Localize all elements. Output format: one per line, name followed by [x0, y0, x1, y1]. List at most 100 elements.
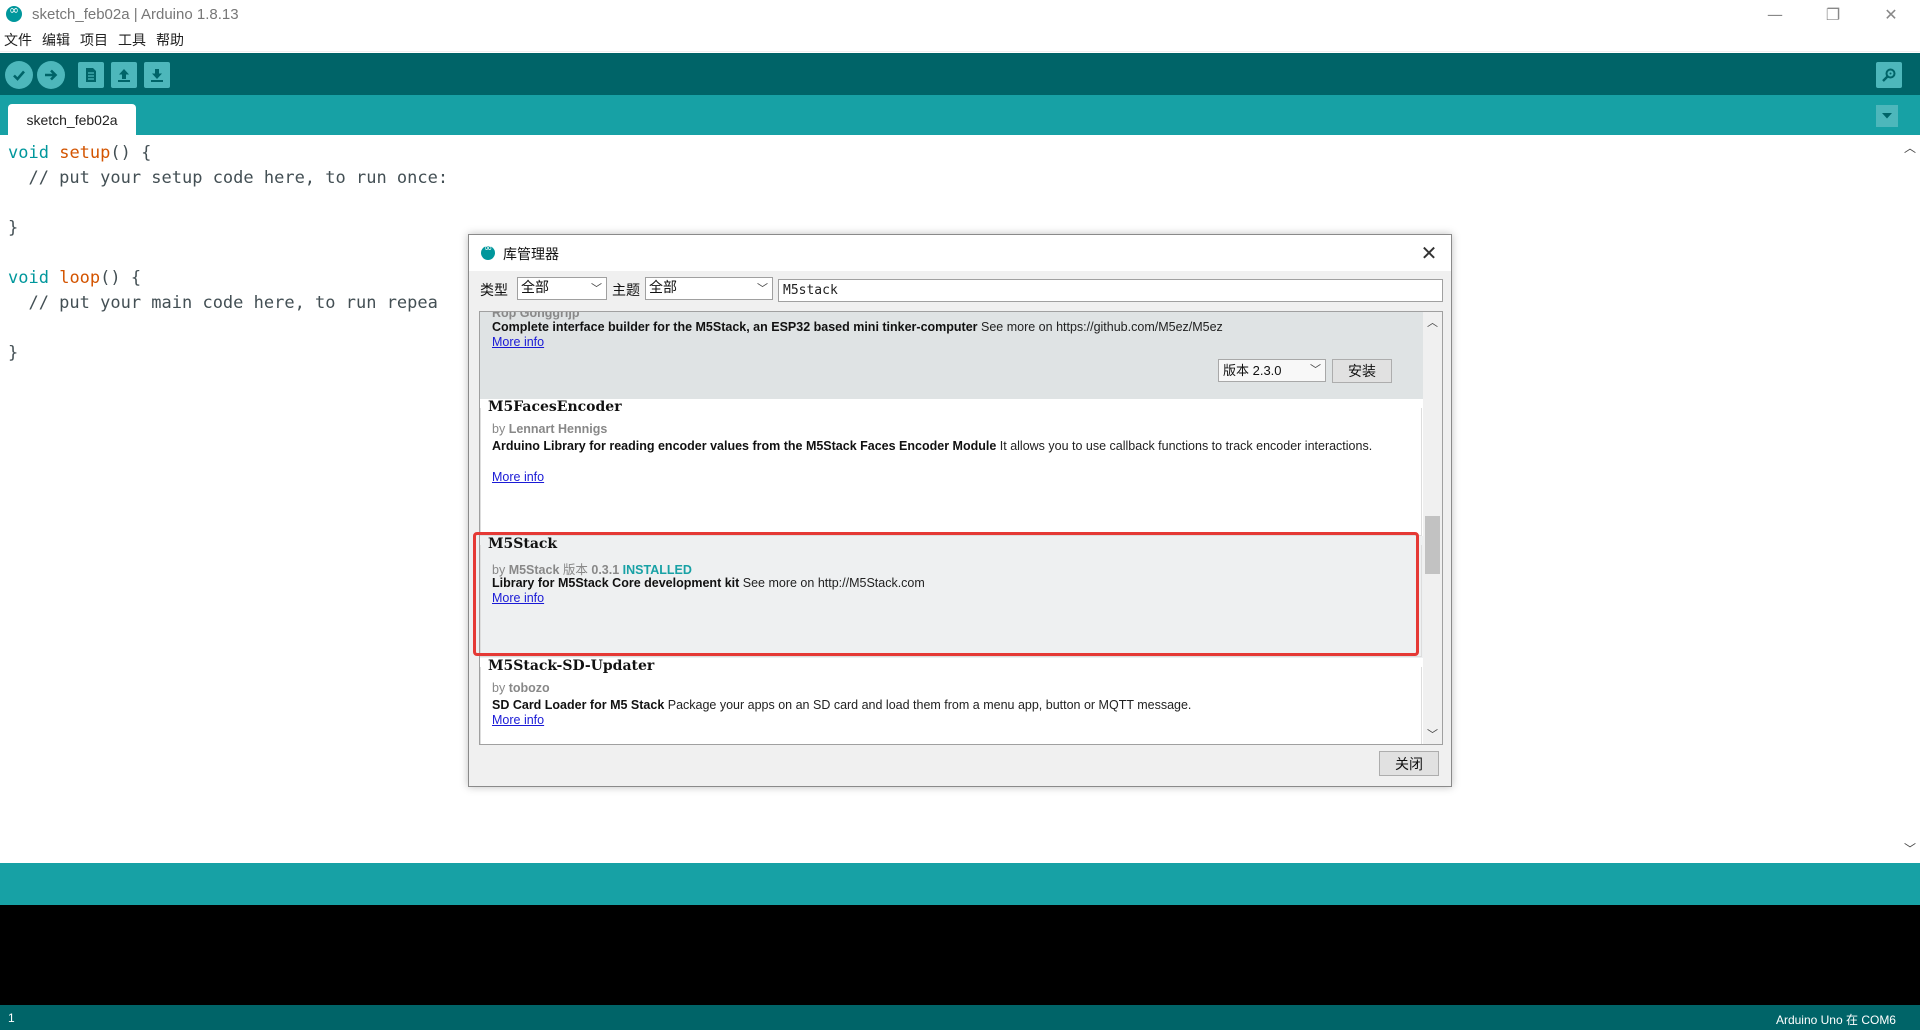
library-description-rest: It allows you to use callback functions … [996, 439, 1373, 453]
code-line: void loop() { [8, 268, 142, 288]
open-icon [118, 69, 130, 82]
scrollbar-thumb[interactable] [1425, 516, 1440, 574]
serial-monitor-icon [1882, 68, 1896, 82]
tab-sketch[interactable]: sketch_feb02a [8, 104, 136, 135]
more-info-link[interactable]: More info [492, 591, 544, 605]
version-select-value: 版本 2.3.0 [1223, 363, 1282, 378]
upload-icon [45, 69, 58, 81]
version-select[interactable]: 版本 2.3.0 ﹀ [1218, 359, 1326, 382]
chevron-down-icon: ﹀ [757, 282, 768, 295]
search-input[interactable]: M5stack [778, 279, 1443, 302]
save-button[interactable] [144, 62, 170, 88]
library-name: M5FacesEncoder [488, 399, 625, 415]
console-header [0, 863, 1920, 905]
library-list: Rop Gonggrijp Complete interface builder… [479, 311, 1443, 745]
code-function: loop [59, 268, 101, 288]
library-item[interactable]: M5Stack-SD-Updater by tobozo SD Card Loa… [480, 658, 1424, 744]
code-function: setup [59, 143, 111, 163]
board-port-status: Arduino Uno 在 COM6 [1775, 1013, 1896, 1027]
library-description: Arduino Library for reading encoder valu… [492, 438, 1408, 454]
open-button[interactable] [111, 62, 137, 88]
window-titlebar: sketch_feb02a | Arduino 1.8.13 — ❐ ✕ [0, 0, 1920, 28]
scroll-down-icon[interactable]: ﹀ [1904, 840, 1916, 857]
library-name: M5Stack [488, 536, 561, 552]
minimize-button[interactable]: — [1746, 0, 1804, 28]
library-item[interactable]: M5Stack by M5Stack 版本 0.3.1 INSTALLED Li… [480, 536, 1424, 658]
tab-strip: sketch_feb02a [0, 95, 1920, 135]
editor-scrollbar[interactable]: ︿ ﹀ [1900, 135, 1920, 863]
library-description-rest: See more on https://github.com/M5ez/M5ez [977, 320, 1223, 334]
arduino-logo-icon [481, 243, 495, 260]
library-list-scrollbar[interactable]: ︿ ﹀ [1423, 312, 1442, 744]
menu-edit[interactable]: 编辑 [37, 30, 75, 50]
scroll-down-icon[interactable]: ﹀ [1427, 726, 1438, 742]
more-info-link[interactable]: More info [492, 713, 544, 727]
library-name: M5Stack-SD-Updater [488, 658, 658, 674]
verify-icon [13, 70, 25, 81]
code-line: // put your setup code here, to run once… [8, 168, 449, 188]
library-description-bold: SD Card Loader for M5 Stack [492, 698, 665, 712]
code-line: // put your main code here, to run repea [8, 293, 438, 313]
code-keyword: void [8, 143, 49, 163]
arduino-logo-icon [6, 3, 22, 22]
console-output[interactable] [0, 905, 1920, 1005]
menu-help[interactable]: 帮助 [151, 30, 189, 50]
window-title: sketch_feb02a | Arduino 1.8.13 [32, 5, 239, 23]
library-description: Library for M5Stack Core development kit… [492, 575, 1408, 591]
topic-label: 主题 [612, 283, 640, 299]
install-button[interactable]: 安装 [1332, 359, 1392, 383]
library-author: by tobozo [492, 681, 550, 695]
library-description-bold: Complete interface builder for the M5Sta… [492, 320, 978, 334]
menu-file[interactable]: 文件 [0, 30, 37, 50]
type-label: 类型 [480, 283, 508, 299]
library-manager-dialog: 库管理器 ✕ 类型 全部 ﹀ 主题 全部 ﹀ M5stack Rop Gongg… [468, 234, 1452, 787]
scroll-up-icon[interactable]: ︿ [1904, 139, 1916, 156]
dialog-close-button[interactable]: 关闭 [1379, 751, 1439, 776]
menu-sketch[interactable]: 项目 [75, 30, 113, 50]
type-select[interactable]: 全部 ﹀ [517, 277, 607, 300]
library-author: by Lennart Hennigs [492, 422, 608, 436]
upload-button[interactable] [37, 61, 65, 89]
window-close-button[interactable]: ✕ [1862, 0, 1920, 28]
library-description-bold: Library for M5Stack Core development kit [492, 576, 740, 590]
new-icon [86, 68, 96, 82]
save-icon [151, 69, 163, 82]
library-description-rest: See more on http://M5Stack.com [739, 576, 925, 590]
menu-tools[interactable]: 工具 [113, 30, 151, 50]
verify-button[interactable] [5, 61, 33, 89]
type-select-value: 全部 [521, 280, 549, 296]
code-line: } [8, 343, 19, 363]
library-description: Complete interface builder for the M5Sta… [492, 319, 1408, 335]
line-number: 1 [8, 1011, 15, 1025]
menu-bar: 文件 编辑 项目 工具 帮助 [0, 28, 1920, 52]
topic-select-value: 全部 [649, 280, 677, 296]
more-info-link[interactable]: More info [492, 335, 544, 349]
more-info-link[interactable]: More info [492, 470, 544, 484]
code-line: void setup() { [8, 143, 152, 163]
library-item[interactable]: Rop Gonggrijp Complete interface builder… [480, 312, 1424, 399]
chevron-down-icon: ﹀ [1310, 364, 1321, 376]
library-description-bold: Arduino Library for reading encoder valu… [492, 439, 997, 453]
topic-select[interactable]: 全部 ﹀ [645, 277, 773, 300]
library-description-rest: Package your apps on an SD card and load… [664, 698, 1192, 712]
code-text[interactable]: void setup() { // put your setup code he… [8, 141, 448, 366]
new-sketch-button[interactable] [78, 62, 104, 88]
library-item[interactable]: M5FacesEncoder by Lennart Hennigs Arduin… [480, 399, 1424, 536]
dialog-close-icon[interactable]: ✕ [1417, 241, 1441, 265]
chevron-down-icon: ﹀ [591, 282, 602, 295]
tab-menu-button[interactable] [1876, 105, 1898, 127]
toolbar [0, 53, 1920, 95]
library-description: SD Card Loader for M5 Stack Package your… [492, 697, 1408, 713]
dialog-titlebar: 库管理器 ✕ [469, 235, 1451, 271]
code-keyword: void [8, 268, 49, 288]
scroll-up-icon[interactable]: ︿ [1427, 314, 1438, 330]
status-bar: 1 Arduino Uno 在 COM6 [0, 1005, 1920, 1030]
serial-monitor-button[interactable] [1876, 62, 1902, 88]
dialog-title: 库管理器 [503, 247, 559, 263]
restore-button[interactable]: ❐ [1804, 0, 1862, 28]
code-line: } [8, 218, 19, 238]
chevron-down-icon [1882, 113, 1892, 119]
